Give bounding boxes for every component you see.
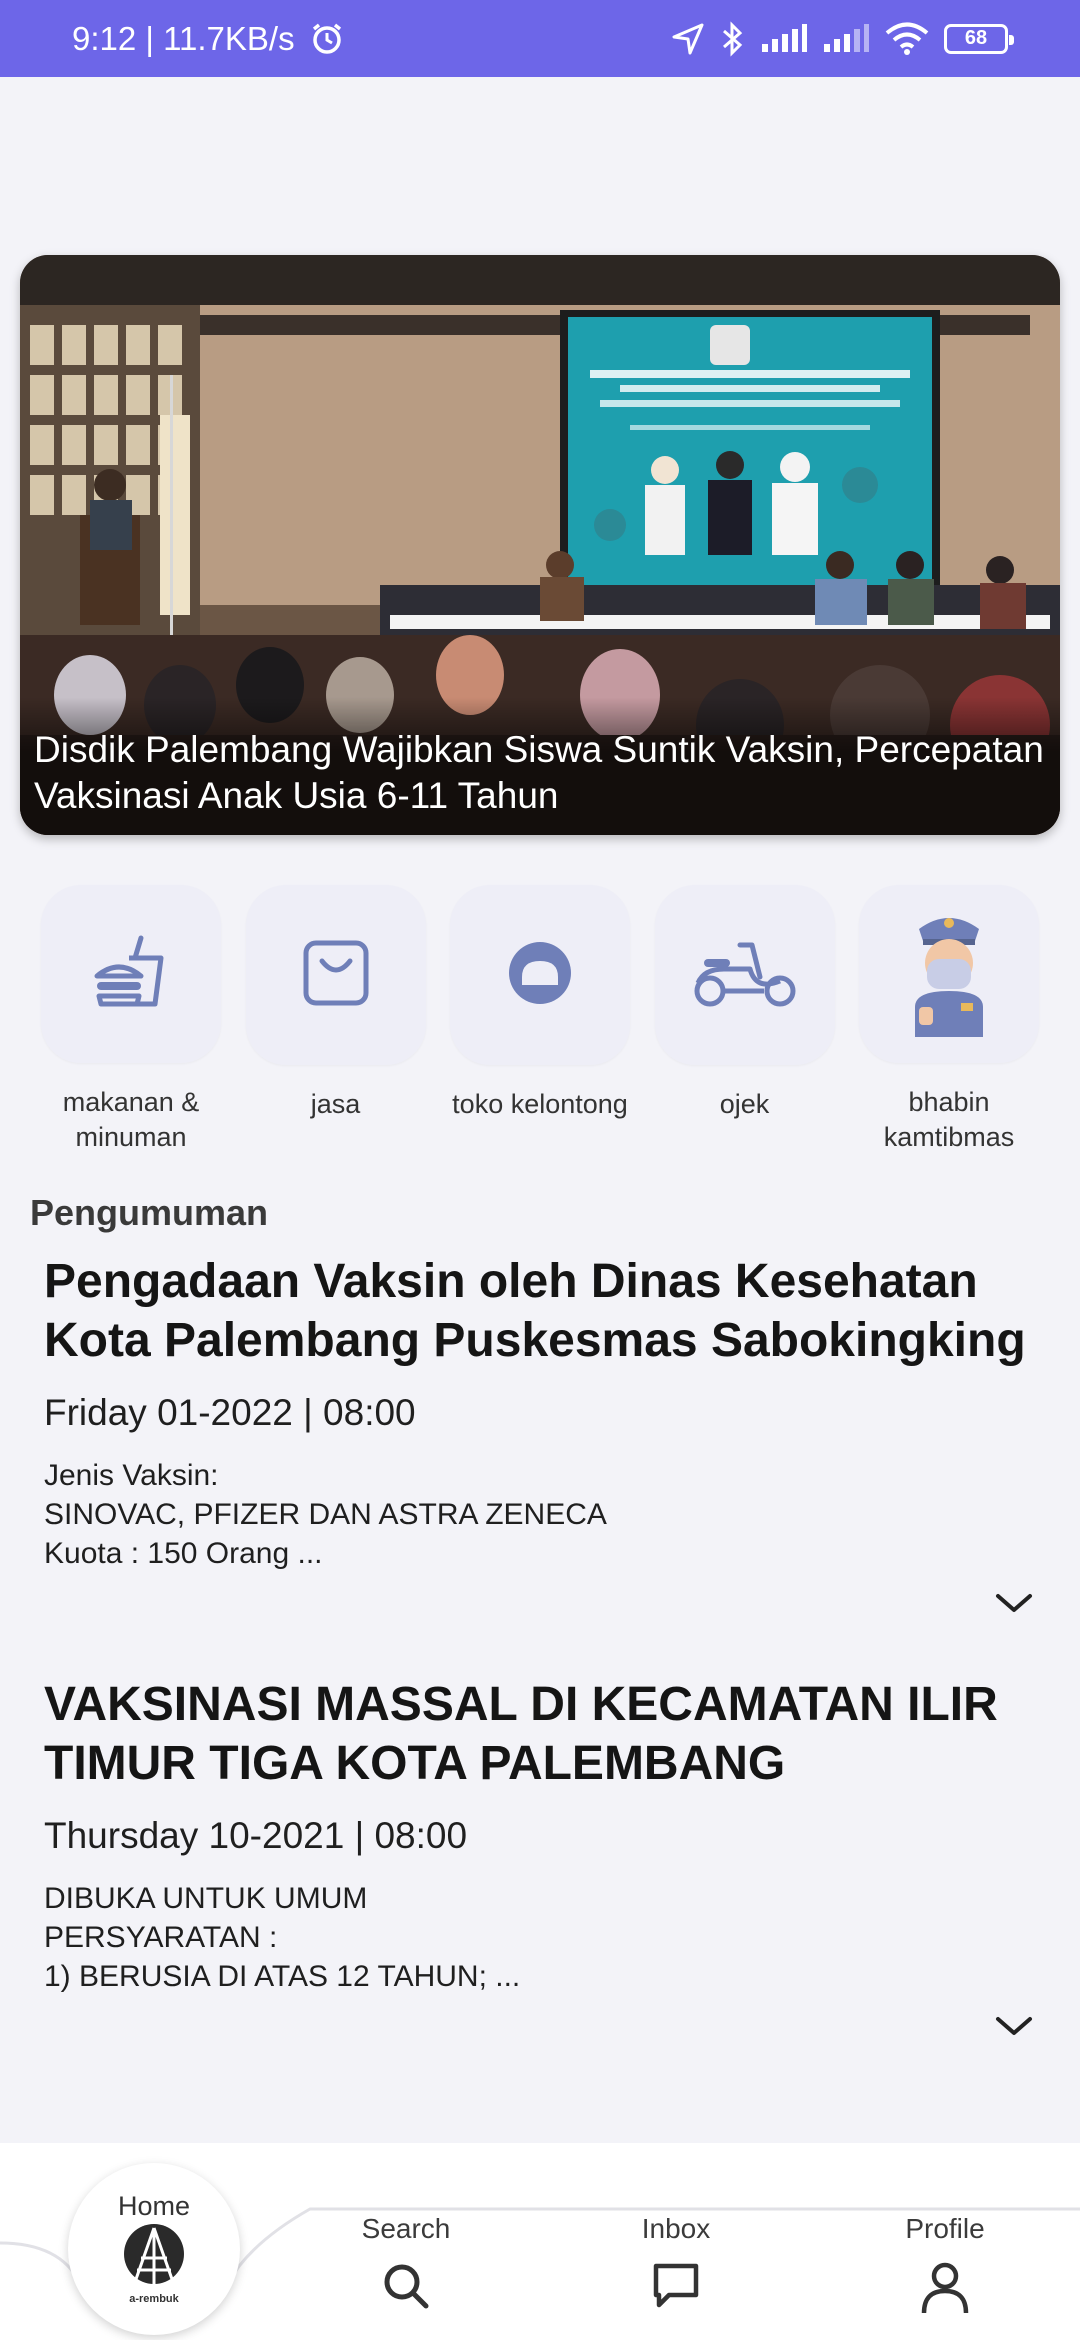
search-icon (381, 2245, 431, 2316)
category-services[interactable]: jasa (243, 885, 429, 1155)
main-content: Disdik Palembang Wajibkan Siswa Suntik V… (0, 77, 1080, 2143)
shop-icon (504, 937, 576, 1014)
announcement-body: Jenis Vaksin: SINOVAC, PFIZER DAN ASTRA … (44, 1459, 607, 1570)
category-ojek[interactable]: ojek (652, 885, 838, 1155)
food-icon (91, 932, 171, 1017)
bluetooth-icon (720, 20, 746, 57)
category-police[interactable]: bhabin kamtibmas (856, 885, 1042, 1155)
status-bar: 9:12 | 11.7KB/s 68 (0, 0, 1080, 77)
status-right: 68 (670, 20, 1014, 57)
nav-home[interactable]: Home a-rembuk (68, 2163, 240, 2335)
app-logo-icon (119, 2222, 189, 2297)
nav-profile[interactable]: Profile (860, 2213, 1030, 2320)
nav-home-label: Home (117, 2191, 191, 2221)
battery-level: 68 (964, 27, 988, 49)
category-label: jasa (310, 1089, 361, 1119)
announcement-date: Friday 01-2022 | 08:00 (44, 1392, 416, 1433)
chevron-down-icon[interactable] (994, 2015, 1034, 2044)
bottom-navigation: Home a-rembuk Search Inbox Profile (0, 2143, 1080, 2340)
category-tile (450, 885, 630, 1065)
scooter-icon (690, 933, 800, 1018)
category-label: makanan & minuman (62, 1087, 200, 1152)
profile-icon (920, 2245, 970, 2320)
category-tile (245, 885, 426, 1065)
news-banner[interactable]: Disdik Palembang Wajibkan Siswa Suntik V… (20, 255, 1060, 835)
nav-search[interactable]: Search (321, 2213, 491, 2316)
category-label: bhabin kamtibmas (883, 1087, 1015, 1152)
signal-icon (760, 23, 808, 54)
category-grid: makanan & minuman jasa toko kelontong oj… (20, 885, 1060, 1155)
announcement-card[interactable]: VAKSINASI MASSAL DI KECAMATAN ILIR TIMUR… (44, 1675, 1034, 2035)
category-tile (654, 885, 835, 1065)
bag-icon (300, 937, 372, 1014)
announcement-date: Thursday 10-2021 | 08:00 (44, 1815, 468, 1856)
status-left: 9:12 | 11.7KB/s (72, 20, 345, 58)
nav-profile-label: Profile (905, 2213, 985, 2244)
police-icon (901, 907, 997, 1042)
location-icon (670, 21, 706, 57)
announcement-title: VAKSINASI MASSAL DI KECAMATAN ILIR TIMUR… (44, 1678, 998, 1790)
banner-caption: Disdik Palembang Wajibkan Siswa Suntik V… (20, 697, 1060, 835)
announcements-heading: Pengumuman (30, 1192, 269, 1233)
battery-indicator: 68 (944, 23, 1014, 54)
category-label: ojek (719, 1089, 770, 1119)
alarm-icon (309, 21, 345, 57)
category-grocery[interactable]: toko kelontong (447, 885, 633, 1155)
nav-inbox-label: Inbox (641, 2213, 711, 2244)
wifi-icon (884, 22, 930, 56)
announcement-body: DIBUKA UNTUK UMUM PERSYARATAN : 1) BERUS… (44, 1882, 521, 1993)
category-tile (41, 885, 221, 1063)
signal-icon-2 (822, 23, 870, 54)
category-food[interactable]: makanan & minuman (38, 885, 224, 1155)
chevron-down-icon[interactable] (994, 1592, 1034, 1621)
app-logo-text: a-rembuk (129, 2293, 179, 2305)
inbox-icon (651, 2245, 701, 2316)
nav-search-label: Search (361, 2213, 451, 2244)
announcement-title: Pengadaan Vaksin oleh Dinas Kesehatan Ko… (44, 1255, 1026, 1367)
nav-inbox[interactable]: Inbox (591, 2213, 761, 2316)
announcement-card[interactable]: Pengadaan Vaksin oleh Dinas Kesehatan Ko… (44, 1252, 1034, 1612)
category-tile (859, 885, 1039, 1063)
category-label: toko kelontong (452, 1089, 628, 1119)
status-time: 9:12 | 11.7KB/s (72, 19, 295, 57)
